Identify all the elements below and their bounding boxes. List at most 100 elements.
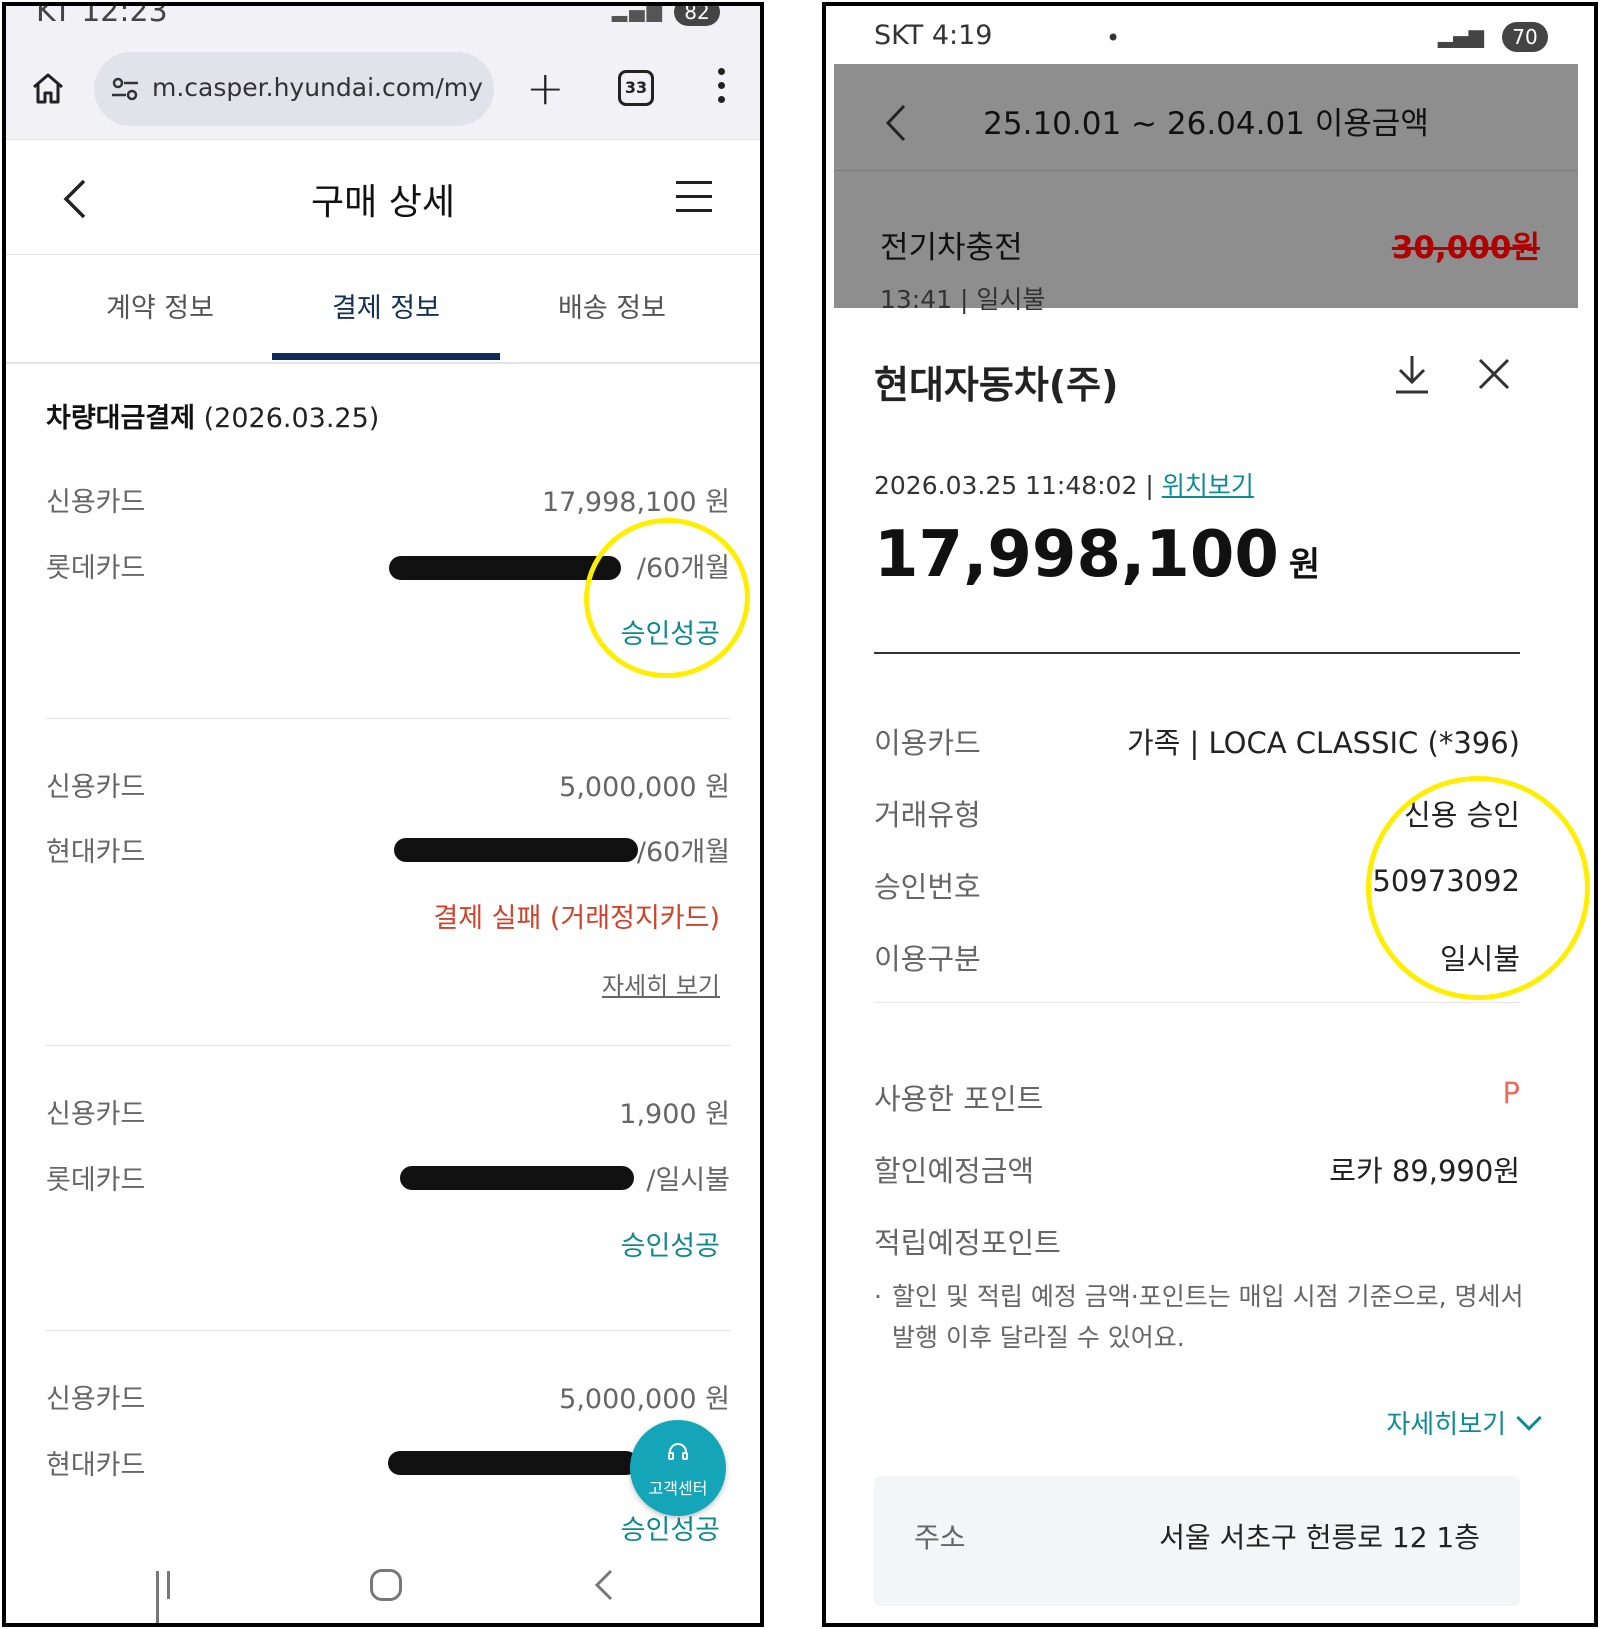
datetime-text: 2026.03.25 11:48:02 [874, 471, 1138, 500]
home-button-icon[interactable] [370, 1569, 402, 1601]
status-bar: KT 12:23 ▂▄▆ 82 [6, 6, 760, 38]
notice-body: 할인 및 적립 예정 금액·포인트는 매입 시점 기준으로, 명세서 발행 이후… [892, 1282, 1524, 1352]
divider [874, 652, 1520, 654]
payment-method: 신용카드 [46, 1099, 146, 1130]
tab-contract-info[interactable]: 계약 정보 [46, 286, 274, 325]
redaction-mark [394, 838, 638, 862]
redaction-mark [388, 1451, 638, 1475]
payment-method: 신용카드 [46, 1384, 146, 1415]
card-name: 현대카드 [46, 1450, 146, 1481]
location-link[interactable]: 위치보기 [1162, 471, 1254, 500]
card-installment: /일시불 [646, 1165, 730, 1196]
nav-back-icon[interactable] [591, 1567, 615, 1603]
card-name: 현대카드 [46, 837, 146, 868]
card-name: 롯데카드 [46, 1165, 146, 1196]
more-vert-icon[interactable] [716, 68, 726, 108]
list-sep: | [960, 285, 977, 314]
address-value: 서울 서초구 헌릉로 12 1층 [1159, 1521, 1480, 1554]
period-title: 25.10.01 ~ 26.04.01 이용금액 [983, 106, 1429, 142]
detail-label: 거래유형 [874, 798, 981, 832]
point-label: 적립예정포인트 [874, 1226, 1061, 1260]
payment-status: 승인성공 [620, 1231, 720, 1262]
new-tab-icon[interactable]: + [526, 65, 565, 111]
transaction-datetime: 2026.03.25 11:48:02 | 위치보기 [874, 466, 1254, 502]
payment-method: 신용카드 [46, 772, 146, 803]
payment-amount: 1,900 원 [619, 1099, 730, 1130]
list-type: 일시불 [976, 285, 1046, 314]
point-label: 할인예정금액 [874, 1154, 1035, 1188]
detail-view-link[interactable]: 자세히 보기 [602, 966, 720, 1001]
chevron-down-icon [1516, 1405, 1542, 1431]
customer-center-button[interactable]: 고객센터 [630, 1420, 726, 1516]
battery-icon: 70 [1502, 22, 1548, 52]
divider [834, 170, 1578, 171]
signal-icon: ▂▄▆ [611, 2, 664, 22]
amount-unit: 원 [1288, 545, 1321, 585]
payment-amount: 5,000,000 원 [559, 772, 730, 803]
download-icon[interactable] [1392, 352, 1432, 396]
background-list-dimmed: 25.10.01 ~ 26.04.01 이용금액 전기차충전 30,000원 1… [834, 64, 1578, 314]
status-carrier-time: SKT 4:19 [874, 20, 993, 51]
headset-icon [668, 1443, 688, 1460]
divider [874, 1002, 1520, 1003]
battery-icon: 82 [674, 6, 720, 26]
customer-center-label: 고객센터 [648, 1479, 708, 1498]
browser-toolbar: m.casper.hyundai.com/mypag + 33 [6, 38, 760, 140]
redaction-mark [400, 1166, 634, 1190]
recent-apps-icon[interactable] [156, 1571, 186, 1623]
tab-payment-info[interactable]: 결제 정보 [272, 286, 500, 325]
signal-icon: ▂▄▆ [1437, 24, 1484, 48]
more-details-label: 자세히보기 [1386, 1410, 1506, 1440]
tab-switcher-icon[interactable]: 33 [618, 70, 654, 106]
list-merchant: 전기차충전 [880, 230, 1023, 266]
payment-amount: 5,000,000 원 [559, 1384, 730, 1415]
system-nav-bar [6, 1551, 760, 1623]
bullet: · [874, 1282, 882, 1311]
notice-text: · 할인 및 적립 예정 금액·포인트는 매입 시점 기준으로, 명세서 발행 … [874, 1276, 1524, 1358]
notification-dot-icon: • [1106, 24, 1121, 52]
list-time: 13:41 [880, 285, 953, 314]
screenshot-root: KT 12:23 ▂▄▆ 82 m.casper.hyundai.com/myp… [0, 0, 1600, 1629]
section-date: (2026.03.25) [203, 403, 380, 434]
point-value: 로카 89,990원 [1329, 1154, 1520, 1188]
more-details-link[interactable]: 자세히보기 [1386, 1404, 1542, 1441]
list-amount: 30,000원 [1391, 230, 1540, 266]
close-icon[interactable] [1476, 354, 1512, 394]
right-phone-screen: SKT 4:19 • ▂▄▆ 70 25.10.01 ~ 26.04.01 이용… [822, 2, 1598, 1627]
divider [46, 1330, 730, 1331]
highlight-circle [573, 507, 760, 689]
card-name: 롯데카드 [46, 553, 146, 584]
highlight-circle [1348, 758, 1594, 1018]
home-icon[interactable] [30, 70, 66, 106]
left-phone-screen: KT 12:23 ▂▄▆ 82 m.casper.hyundai.com/myp… [2, 2, 764, 1627]
point-value: P [1502, 1076, 1521, 1110]
payment-method: 신용카드 [46, 487, 146, 518]
tab-delivery-info[interactable]: 배송 정보 [498, 286, 726, 325]
page-title: 구매 상세 [311, 182, 455, 223]
detail-label: 승인번호 [874, 870, 981, 904]
address-box: 주소 서울 서초구 헌릉로 12 1층 [874, 1476, 1520, 1606]
address-label: 주소 [914, 1521, 966, 1554]
transaction-amount: 17,998,100 원 [874, 518, 1320, 592]
active-tab-indicator [272, 353, 500, 360]
divider [46, 718, 730, 719]
hamburger-menu-icon[interactable] [676, 181, 712, 213]
tab-bar: 계약 정보 결제 정보 배송 정보 [6, 256, 760, 364]
detail-label: 이용카드 [874, 726, 981, 760]
card-installment: /60개월 [636, 837, 730, 868]
payment-status: 결제 실패 (거래정지카드) [433, 903, 720, 934]
status-time: KT 12:23 [36, 2, 168, 29]
section-title-text: 차량대금결제 [46, 403, 196, 434]
datetime-sep: | [1145, 471, 1154, 500]
detail-value: 가족 | LOCA CLASSIC (*396) [1126, 726, 1520, 760]
site-settings-icon[interactable] [110, 74, 140, 104]
url-bar[interactable]: m.casper.hyundai.com/mypag [94, 52, 494, 126]
list-subinfo: 13:41 | 일시불 [880, 280, 1045, 316]
detail-label: 이용구분 [874, 942, 981, 976]
page-header: 구매 상세 [6, 141, 760, 255]
section-title: 차량대금결제 (2026.03.25) [46, 396, 379, 435]
payment-amount: 17,998,100 원 [541, 487, 730, 518]
amount-value: 17,998,100 [874, 518, 1279, 592]
point-label: 사용한 포인트 [874, 1082, 1044, 1116]
merchant-name: 현대자동차(주) [874, 363, 1119, 407]
